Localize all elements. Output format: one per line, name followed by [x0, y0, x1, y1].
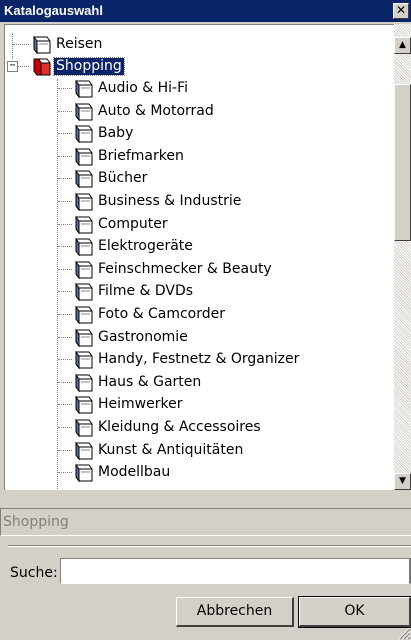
tree-child-label: Gastronomie [98, 328, 188, 345]
tree-child-label: Handy, Festnetz & Organizer [98, 351, 300, 368]
tree-child-label: Computer [98, 215, 168, 232]
book-icon [75, 124, 93, 144]
resize-grip-icon[interactable] [397, 626, 411, 640]
tree-content: Reisen − Shopping Audio & Hi-Fi Auto & Mo… [5, 33, 395, 489]
tree-child-item[interactable]: Auto & Motorrad [5, 100, 395, 123]
book-icon [75, 441, 93, 460]
book-icon [75, 418, 93, 437]
tree-child-item[interactable]: Heimwerker [5, 393, 395, 416]
tree-child-item[interactable]: Handy, Festnetz & Organizer [5, 348, 395, 371]
tree-scrollbar[interactable]: ▲ ▼ [394, 24, 411, 490]
book-icon [75, 328, 93, 347]
tree-child-item[interactable]: Feinschmecker & Beauty [5, 258, 395, 281]
tree-child-item[interactable]: Bücher [5, 167, 395, 190]
separator [8, 545, 411, 547]
book-icon [75, 79, 93, 98]
tree-child-label: Filme & DVDs [98, 283, 194, 300]
book-icon [75, 260, 93, 279]
cancel-button[interactable]: Abbrechen [176, 597, 294, 627]
tree-child-label: Baby [98, 125, 134, 142]
tree-child-label: Business & Industrie [98, 193, 242, 209]
tree-child-item[interactable]: Modellbau [5, 461, 395, 484]
tree-child-item[interactable]: Foto & Camcorder [5, 303, 395, 326]
tree-child-item[interactable]: Elektrogeräte [5, 235, 395, 258]
book-icon [75, 350, 93, 370]
tree-item-label: Reisen [56, 36, 103, 52]
tree-child-item[interactable]: Filme & DVDs [5, 280, 395, 303]
book-icon [75, 147, 93, 166]
collapse-toggle[interactable]: − [7, 61, 18, 72]
selected-category-field: Shopping [0, 508, 411, 536]
tree-child-item[interactable]: Computer [5, 213, 395, 236]
tree-item-label-selected: Shopping [53, 57, 125, 76]
tree-child-item[interactable]: Kleidung & Accessoires [5, 416, 395, 439]
close-button[interactable]: ✕ [393, 3, 409, 19]
search-input[interactable] [60, 558, 411, 584]
tree-child-label: Haus & Garten [98, 373, 202, 390]
window-title: Katalogauswahl [4, 3, 103, 18]
tree-child-label: Modellbau [98, 464, 171, 481]
book-icon [75, 282, 93, 302]
book-icon [75, 169, 93, 189]
tree-child-label: Foto & Camcorder [98, 306, 226, 322]
tree-child-label: Auto & Motorrad [98, 102, 214, 119]
book-icon [75, 373, 93, 392]
tree-child-label: Feinschmecker & Beauty [98, 260, 272, 277]
book-icon [75, 237, 93, 257]
tree-child-item[interactable]: Briefmarken [5, 145, 395, 168]
tree-child-label: Briefmarken [98, 147, 184, 164]
book-icon [75, 102, 93, 121]
tree-child-label: Bücher [98, 170, 148, 187]
tree-child-label: Audio & Hi-Fi [98, 80, 189, 96]
book-icon [75, 395, 93, 415]
scroll-down-button[interactable]: ▼ [394, 473, 411, 490]
book-open-red-icon [33, 58, 51, 76]
tree-child-item[interactable]: Baby [5, 122, 395, 145]
tree-child-label: Kunst & Antiquitäten [98, 441, 244, 458]
tree-child-label: Elektrogeräte [98, 238, 193, 255]
search-label: Suche: [10, 565, 58, 581]
tree-child-item[interactable]: Kunst & Antiquitäten [5, 439, 395, 462]
tree-child-item[interactable]: Audio & Hi-Fi [5, 77, 395, 100]
book-icon [75, 215, 93, 234]
book-icon [75, 305, 93, 324]
tree-child-item[interactable]: Gastronomie [5, 326, 395, 349]
scrollbar-thumb[interactable] [394, 84, 411, 241]
title-bar: Katalogauswahl ✕ [0, 0, 411, 22]
book-icon [33, 35, 51, 54]
scroll-up-button[interactable]: ▲ [394, 37, 411, 54]
tree-child-item[interactable]: Haus & Garten [5, 371, 395, 394]
tree-child-label: Heimwerker [98, 396, 183, 413]
selected-category-value: Shopping [3, 514, 69, 530]
tree-item-reisen[interactable]: Reisen [5, 33, 395, 56]
tree-child-label: Kleidung & Accessoires [98, 419, 261, 435]
book-icon [75, 192, 93, 211]
book-icon [75, 463, 93, 483]
tree-item-shopping[interactable]: − Shopping [5, 55, 395, 78]
catalog-tree[interactable]: Reisen − Shopping Audio & Hi-Fi Auto & Mo… [4, 24, 411, 490]
tree-child-item[interactable]: Business & Industrie [5, 190, 395, 213]
ok-button[interactable]: OK [298, 596, 411, 628]
